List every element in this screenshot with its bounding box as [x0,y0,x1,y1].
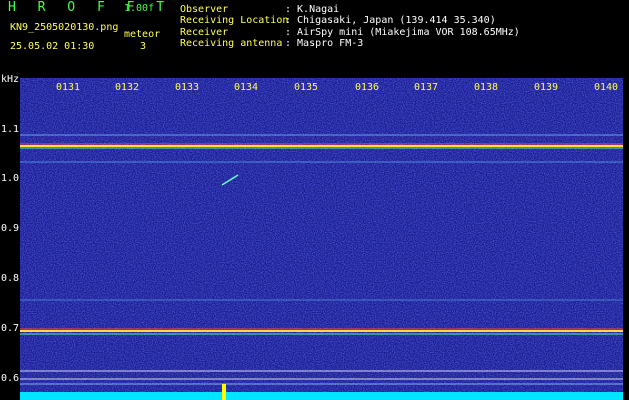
spectrogram: 0131 0132 0133 0134 0135 0136 0137 0138 … [20,78,623,400]
info-label-antenna: Receiving antenna [180,38,283,49]
info-label-location: Receiving Location [180,15,289,26]
xtick-0135: 0135 [294,82,318,93]
xtick-0139: 0139 [534,82,558,93]
xtick-0132: 0132 [115,82,139,93]
xtick-0138: 0138 [474,82,498,93]
filename-label: KN9_2505020130.png [10,22,119,33]
datetime-label: 25.05.02 01:30 [10,41,95,52]
xtick-0140: 0140 [594,82,618,93]
ytick-0-7: 0.7 [1,323,20,334]
version-label: 1.00f [124,3,155,14]
xtick-0133: 0133 [175,82,199,93]
xtick-0136: 0136 [355,82,379,93]
ytick-0-8: 0.8 [1,273,20,284]
meteor-count: 3 [140,41,147,52]
xtick-0134: 0134 [234,82,258,93]
xtick-0131: 0131 [56,82,80,93]
baseline-trace [20,392,623,400]
ytick-1-0: 1.0 [1,173,20,184]
ytick-1-1: 1.1 [1,124,20,135]
ytick-0-6: 0.6 [1,373,20,384]
info-value-location: : Chigasaki, Japan (139.414 35.340) [285,15,496,26]
khz-unit-label: kHz [1,74,20,85]
waterfall-noise [20,78,623,400]
meteor-marker [222,384,226,400]
meteor-label: meteor [124,29,161,40]
info-value-antenna: : Maspro FM-3 [285,38,364,49]
xtick-0137: 0137 [414,82,438,93]
ytick-0-9: 0.9 [1,223,20,234]
